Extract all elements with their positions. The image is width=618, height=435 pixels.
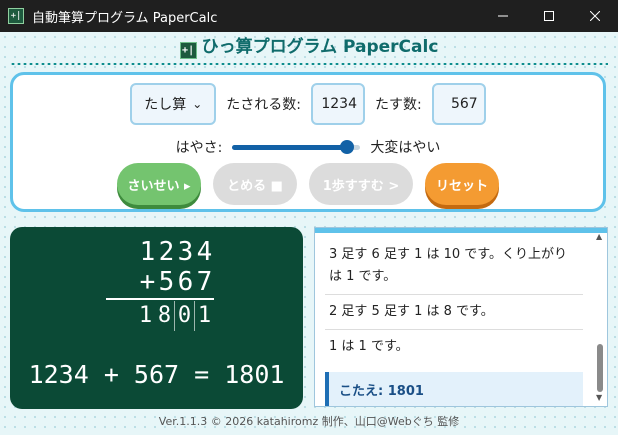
maximize-icon xyxy=(544,11,554,21)
sum-line xyxy=(106,298,214,300)
slider-thumb[interactable] xyxy=(340,140,355,154)
scroll-down-icon[interactable]: ▼ xyxy=(596,393,602,402)
title-bar: +| 自動筆算プログラム PaperCalc xyxy=(0,0,618,32)
answer-box: こたえ: 1801 xyxy=(325,372,583,406)
log-accent-bar xyxy=(315,228,607,233)
scroll-up-icon[interactable]: ▲ xyxy=(596,232,602,241)
digit: 1 xyxy=(139,237,156,267)
speed-slider[interactable] xyxy=(232,137,361,157)
operation-select[interactable]: たし算 ⌄ xyxy=(130,83,217,125)
minimize-button[interactable] xyxy=(480,0,526,32)
digit: 8 xyxy=(155,301,175,331)
digit: 3 xyxy=(177,237,194,267)
page-title: ひっ算プログラム PaperCalc xyxy=(201,37,439,57)
digit: 4 xyxy=(196,237,213,267)
dotted-divider xyxy=(10,62,608,66)
digit: 1 xyxy=(138,303,153,328)
digit: 0 xyxy=(175,301,195,331)
minimize-icon xyxy=(498,15,508,17)
log-scrollbar[interactable]: ▲ ▼ xyxy=(595,232,605,402)
operand-a-input[interactable]: 1234 xyxy=(311,83,365,125)
operand-a-label: たされる数: xyxy=(226,97,301,113)
speed-label: はやさ: xyxy=(175,140,223,156)
log-item: 2 足す 5 足す 1 は 8 です。 xyxy=(325,295,583,330)
input-row: たし算 ⌄ たされる数: 1234 たす数: 567 xyxy=(13,83,603,125)
log-list: 3 足す 6 足す 1 は 10 です。くり上がりは 1 です。 2 足す 5 … xyxy=(325,238,583,406)
digit: 2 xyxy=(158,237,175,267)
digit: 6 xyxy=(177,267,194,297)
window-title: 自動筆算プログラム PaperCalc xyxy=(32,10,218,26)
app-client-area: +| ひっ算プログラム PaperCalc たし算 ⌄ たされる数: 1234 た… xyxy=(0,32,618,435)
chalkboard: 1 2 3 4 + 5 6 7 1 8 0 1 1234 + 567 = 180… xyxy=(10,227,303,409)
digit: 5 xyxy=(158,267,175,297)
stop-button[interactable]: とめる ■ xyxy=(213,163,297,205)
scrollbar-thumb[interactable] xyxy=(597,344,603,392)
step-button[interactable]: 1歩すすむ > xyxy=(309,163,413,205)
operation-value: たし算 xyxy=(144,97,187,113)
digit: 1 xyxy=(197,303,212,328)
maximize-button[interactable] xyxy=(526,0,572,32)
log-item: 3 足す 6 足す 1 は 10 です。くり上がりは 1 です。 xyxy=(325,238,583,295)
column-calculation: 1 2 3 4 + 5 6 7 1 8 0 1 xyxy=(106,237,214,331)
plus-sign: + xyxy=(139,267,156,297)
operand-b-label: たす数: xyxy=(375,97,422,113)
speed-row: はやさ: 大変はやい xyxy=(13,137,603,157)
log-item: 1 は 1 です。 xyxy=(329,339,409,354)
close-icon xyxy=(590,11,600,21)
chevron-down-icon: ⌄ xyxy=(192,97,203,111)
control-panel: たし算 ⌄ たされる数: 1234 たす数: 567 はやさ: 大変はやい さい… xyxy=(10,72,606,212)
page-header: +| ひっ算プログラム PaperCalc xyxy=(0,36,618,59)
explanation-log: 3 足す 6 足す 1 は 10 です。くり上がりは 1 です。 2 足す 5 … xyxy=(314,227,608,407)
result-row: 1 8 0 1 xyxy=(106,301,214,331)
operand-b-row: + 5 6 7 xyxy=(106,267,214,297)
operand-b-input[interactable]: 567 xyxy=(431,83,486,125)
reset-button[interactable]: リセット xyxy=(425,163,499,205)
footer-credits: Ver.1.1.3 © 2026 katahiromz 制作、山口@Webぐち … xyxy=(158,415,460,428)
equation-text: 1234 + 567 = 1801 xyxy=(28,360,285,389)
slider-fill xyxy=(232,145,348,150)
play-button[interactable]: さいせい ▸ xyxy=(117,163,201,205)
app-logo-icon: +| xyxy=(179,42,197,59)
action-buttons: さいせい ▸ とめる ■ 1歩すすむ > リセット xyxy=(13,163,603,205)
window-controls xyxy=(480,0,618,32)
digit: 7 xyxy=(196,267,213,297)
close-button[interactable] xyxy=(572,0,618,32)
app-icon: +| xyxy=(8,8,24,24)
operand-a-row: 1 2 3 4 xyxy=(106,237,214,267)
speed-value-text: 大変はやい xyxy=(370,140,441,156)
